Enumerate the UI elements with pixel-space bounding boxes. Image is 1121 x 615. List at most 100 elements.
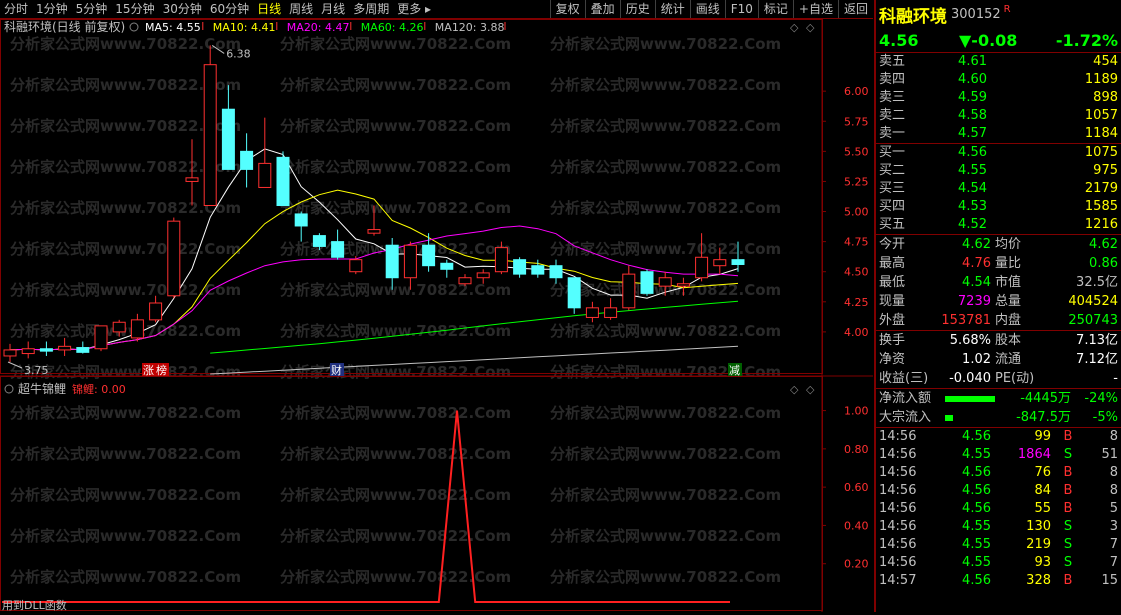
tick-row-2[interactable]: 14:56 4.56 76 B 8 xyxy=(876,464,1121,482)
candle-15[interactable] xyxy=(276,151,290,207)
candle-13[interactable] xyxy=(240,133,254,188)
indicator-diamond-icon-2[interactable]: ◇ xyxy=(806,383,815,396)
watermark-text: 分析家公式网www.70822.Com xyxy=(550,35,781,53)
chart-menu-icon[interactable] xyxy=(129,22,139,32)
tick-price: 4.55 xyxy=(962,555,991,570)
period-tab-1[interactable]: 1分钟 xyxy=(32,0,72,18)
tick-volume: 84 xyxy=(1034,483,1051,498)
period-tab-3[interactable]: 15分钟 xyxy=(111,0,158,18)
toolbar-button-1[interactable]: 叠加 xyxy=(584,0,620,18)
stat-label: 现量 xyxy=(879,294,906,309)
ask-row-1[interactable]: 卖四 4.60 1189 xyxy=(876,71,1121,89)
period-tab-5[interactable]: 60分钟 xyxy=(206,0,253,18)
tick-row-6[interactable]: 14:56 4.55 219 S 7 xyxy=(876,536,1121,554)
tick-side: B xyxy=(1063,465,1073,480)
tick-row-5[interactable]: 14:56 4.55 130 S 3 xyxy=(876,518,1121,536)
toolbar-button-6[interactable]: 标记 xyxy=(757,0,793,18)
fund-row-1: 净资 1.02 流通 7.12亿 xyxy=(876,350,1121,369)
ma-legend-3: MA60: 4.26 xyxy=(361,21,424,34)
candle-29[interactable] xyxy=(531,259,545,278)
ask-row-4[interactable]: 卖一 4.57 1184 xyxy=(876,125,1121,143)
kline-chart[interactable]: 分析家公式网www.70822.Com 分析家公式网www.70822.Com 分析… xyxy=(0,19,873,612)
candle-16[interactable] xyxy=(294,211,308,242)
candle-7[interactable] xyxy=(130,313,144,342)
toolbar-button-0[interactable]: 复权 xyxy=(549,0,585,18)
stat-row-0: 今开 4.62 均价 4.62 xyxy=(876,235,1121,254)
toolbar-button-8[interactable]: 返回 xyxy=(837,0,873,18)
toolbar-button-4[interactable]: 画线 xyxy=(689,0,725,18)
fund-label: 净资 xyxy=(879,352,906,367)
ask-label: 卖一 xyxy=(879,126,906,141)
candle-2[interactable] xyxy=(39,341,53,356)
toolbar-button-7[interactable]: +自选 xyxy=(792,0,838,18)
candle-24[interactable] xyxy=(440,259,454,278)
tick-time: 14:57 xyxy=(879,573,917,588)
bid-row-3[interactable]: 买四 4.53 1585 xyxy=(876,198,1121,216)
watermark-text: 分析家公式网www.70822.Com xyxy=(280,281,511,299)
tick-list[interactable]: 14:56 4.56 99 B 8 14:56 4.55 1864 S 51 14:56 4.56 76… xyxy=(876,428,1121,590)
ask-row-0[interactable]: 卖五 4.61 454 xyxy=(876,53,1121,71)
candle-0[interactable] xyxy=(3,343,17,362)
tick-row-4[interactable]: 14:56 4.56 55 B 5 xyxy=(876,500,1121,518)
bid-row-4[interactable]: 买五 4.52 1216 xyxy=(876,216,1121,234)
indicator-diamond-icon[interactable]: ◇ xyxy=(790,383,799,396)
ask-price: 4.57 xyxy=(958,126,987,141)
fund-label: PE(动) xyxy=(995,371,1035,386)
period-tab-8[interactable]: 月线 xyxy=(317,0,349,18)
price-tick-6: 4.50 xyxy=(844,266,869,279)
candle-33[interactable] xyxy=(604,298,618,320)
tick-row-0[interactable]: 14:56 4.56 99 B 8 xyxy=(876,428,1121,446)
period-tab-2[interactable]: 5分钟 xyxy=(72,0,112,18)
toolbar-button-2[interactable]: 历史 xyxy=(619,0,655,18)
candle-11[interactable] xyxy=(203,45,217,207)
candle-31[interactable] xyxy=(567,277,581,314)
ask-price: 4.59 xyxy=(958,90,987,105)
tick-side: S xyxy=(1063,537,1073,552)
tick-row-8[interactable]: 14:57 4.56 328 B 15 xyxy=(876,572,1121,590)
window-diamond-icon[interactable]: ◇ xyxy=(790,21,799,34)
stat-label: 外盘 xyxy=(879,313,906,328)
candle-8[interactable] xyxy=(149,295,163,323)
flow-row-0: 净流入额 -4445万 -24% xyxy=(876,389,1121,408)
period-tab-6[interactable]: 日线 xyxy=(253,0,285,18)
toolbar-button-5[interactable]: F10 xyxy=(724,0,758,18)
tick-row-1[interactable]: 14:56 4.55 1864 S 51 xyxy=(876,446,1121,464)
tick-row-3[interactable]: 14:56 4.56 84 B 8 xyxy=(876,482,1121,500)
watermark-text: 分析家公式网www.70822.Com xyxy=(280,322,511,340)
candle-35[interactable] xyxy=(640,269,654,296)
candle-5[interactable] xyxy=(94,325,108,352)
indicator-menu-icon[interactable] xyxy=(4,384,14,394)
candle-12[interactable] xyxy=(221,85,235,170)
candle-3[interactable] xyxy=(58,337,72,356)
stat-row-1: 最高 4.76 量比 0.86 xyxy=(876,254,1121,273)
period-tab-10[interactable]: 更多 ▸ xyxy=(393,0,435,18)
bid-row-2[interactable]: 买三 4.54 2179 xyxy=(876,180,1121,198)
bid-row-0[interactable]: 买一 4.56 1075 xyxy=(876,144,1121,162)
bid-row-1[interactable]: 买二 4.55 975 xyxy=(876,162,1121,180)
bid-volume: 975 xyxy=(1093,163,1118,178)
candle-14[interactable] xyxy=(258,117,272,188)
candle-28[interactable] xyxy=(513,257,527,278)
period-tab-4[interactable]: 30分钟 xyxy=(159,0,206,18)
ask-row-2[interactable]: 卖三 4.59 898 xyxy=(876,89,1121,107)
period-tab-7[interactable]: 周线 xyxy=(285,0,317,18)
tick-row-7[interactable]: 14:56 4.55 93 S 7 xyxy=(876,554,1121,572)
indicator-value: 锦鲤: 0.00 xyxy=(72,382,126,396)
candle-18[interactable] xyxy=(331,229,345,260)
candle-9[interactable] xyxy=(167,217,181,299)
kline-chart-area[interactable]: 分析家公式网www.70822.Com 分析家公式网www.70822.Com 分析… xyxy=(0,19,873,612)
candle-1[interactable] xyxy=(21,341,35,359)
period-tab-9[interactable]: 多周期 xyxy=(349,0,393,18)
toolbar-button-3[interactable]: 统计 xyxy=(654,0,690,18)
price-tick-5: 4.75 xyxy=(844,236,869,249)
window-diamond-icon-2[interactable]: ◇ xyxy=(806,21,815,34)
period-tab-0[interactable]: 分时 xyxy=(0,0,32,18)
ask-row-3[interactable]: 卖二 4.58 1057 xyxy=(876,107,1121,125)
candle-34[interactable] xyxy=(622,265,636,311)
tick-count: 8 xyxy=(1109,465,1118,480)
candle-4[interactable] xyxy=(76,341,90,354)
bid-label: 买二 xyxy=(879,163,906,178)
candle-32[interactable] xyxy=(585,301,599,323)
flow-bar-track xyxy=(945,389,1005,408)
event-marker-text-2: 财 xyxy=(331,363,342,377)
